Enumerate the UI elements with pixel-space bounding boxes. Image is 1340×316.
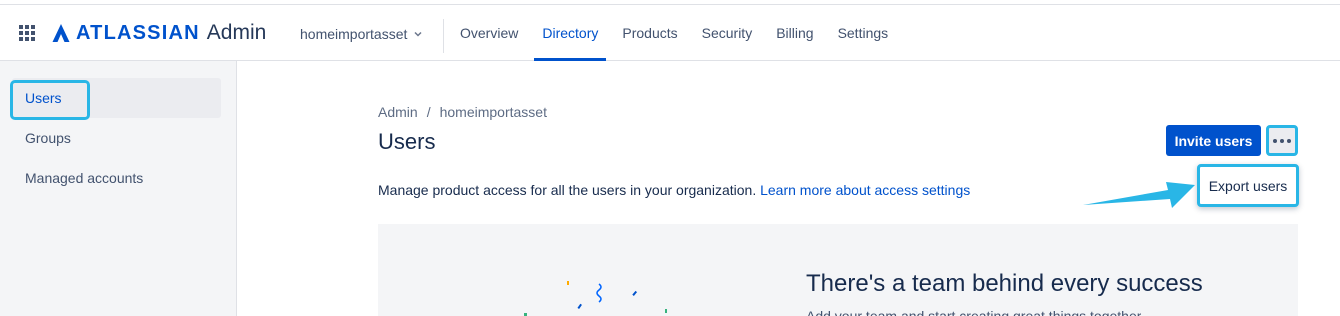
more-actions-button[interactable] <box>1266 125 1298 156</box>
learn-more-link[interactable]: Learn more about access settings <box>760 182 970 198</box>
logo-suffix-text: Admin <box>206 21 267 44</box>
nav-security[interactable]: Security <box>690 5 765 61</box>
breadcrumb-admin[interactable]: Admin <box>378 104 418 120</box>
banner-title: There's a team behind every success <box>806 270 1203 297</box>
nav-directory[interactable]: Directory <box>530 5 610 61</box>
chevron-down-icon <box>414 31 422 37</box>
organization-name: homeimportasset <box>300 26 408 42</box>
top-navigation-bar: ATLASSIAN Admin homeimportasset Overview… <box>0 4 1340 61</box>
app-switcher-icon[interactable] <box>19 25 35 41</box>
page-title: Users <box>378 129 436 154</box>
atlassian-logo[interactable]: ATLASSIAN Admin <box>51 21 266 45</box>
sidebar-item-managed-accounts[interactable]: Managed accounts <box>12 158 221 198</box>
sidebar-item-groups[interactable]: Groups <box>12 118 221 158</box>
nav-settings[interactable]: Settings <box>826 5 901 61</box>
nav-divider <box>443 19 444 53</box>
main-nav: Overview Directory Products Security Bil… <box>448 5 900 61</box>
nav-overview[interactable]: Overview <box>448 5 530 61</box>
nav-billing[interactable]: Billing <box>764 5 825 61</box>
logo-brand-text: ATLASSIAN <box>76 22 200 44</box>
users-highlight-box <box>10 80 90 120</box>
organization-switcher[interactable]: homeimportasset <box>300 26 423 42</box>
nav-products[interactable]: Products <box>610 5 689 61</box>
confetti-illustration-icon <box>524 281 667 316</box>
banner-text: Add your team and start creating great t… <box>806 308 1142 316</box>
breadcrumb-org[interactable]: homeimportasset <box>440 104 547 120</box>
page-description: Manage product access for all the users … <box>378 182 970 198</box>
export-users-menu-item[interactable]: Export users <box>1197 164 1299 207</box>
more-icon <box>1273 138 1277 143</box>
arrow-annotation-icon <box>1083 182 1195 208</box>
breadcrumb-separator: / <box>426 104 431 120</box>
atlassian-logo-icon <box>52 24 70 42</box>
description-text: Manage product access for all the users … <box>378 182 757 198</box>
breadcrumb: Admin / homeimportasset <box>378 104 547 120</box>
invite-users-button[interactable]: Invite users <box>1166 125 1261 156</box>
